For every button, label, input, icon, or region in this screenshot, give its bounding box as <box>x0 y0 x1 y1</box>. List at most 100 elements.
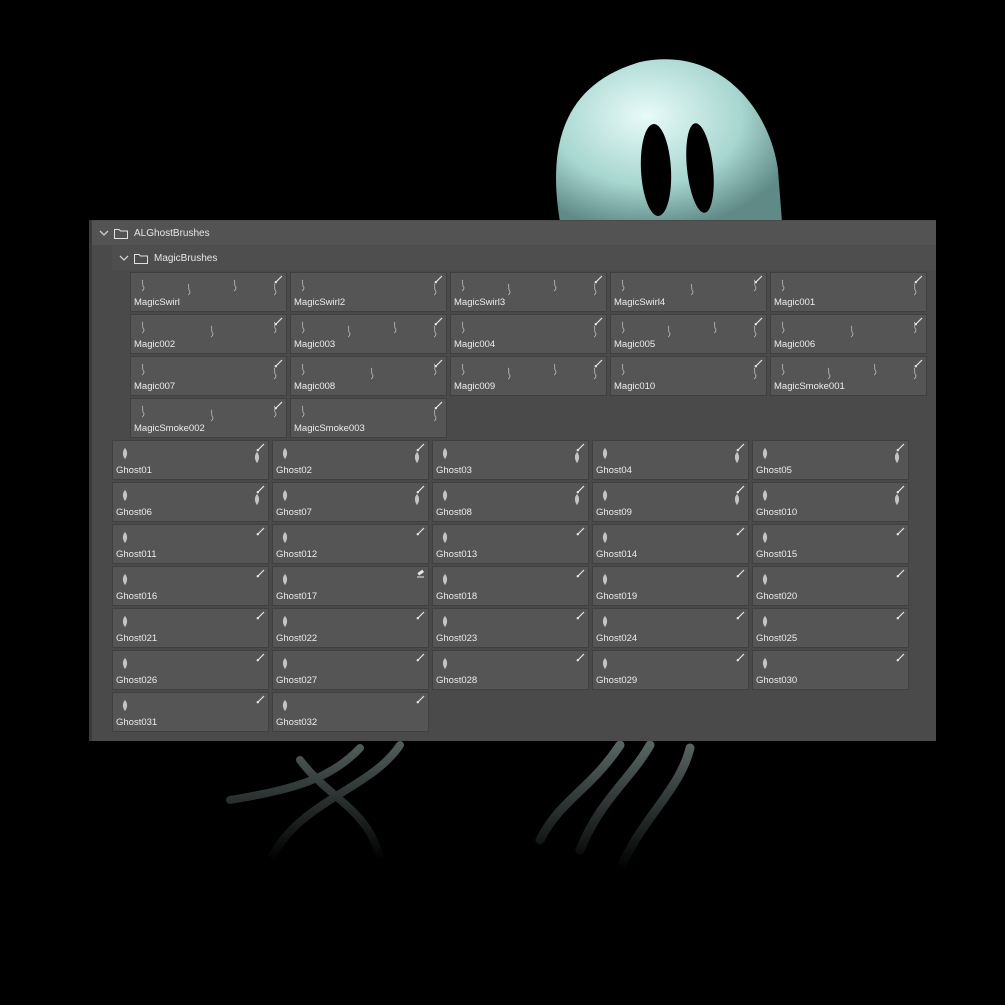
brush-preset-tile[interactable]: Ghost015 <box>752 524 909 564</box>
brush-preset-tile[interactable]: Magic007 <box>130 356 287 396</box>
brush-stroke-preview-icon <box>273 321 277 334</box>
brush-preset-tile[interactable]: Ghost031 <box>112 692 269 732</box>
brush-tool-icon <box>256 695 265 704</box>
brush-stroke-preview-icon <box>461 279 465 292</box>
brush-preset-tile[interactable]: Ghost030 <box>752 650 909 690</box>
brush-tool-icon <box>256 569 265 578</box>
brush-preset-label: MagicSmoke002 <box>134 423 205 434</box>
brush-stroke-preview-icon <box>753 367 757 380</box>
brush-preset-tile[interactable]: Ghost07 <box>272 482 429 522</box>
brush-preset-tile[interactable]: Ghost08 <box>432 482 589 522</box>
brush-preset-tile[interactable]: Magic005 <box>610 314 767 354</box>
brush-preset-tile[interactable]: Ghost04 <box>592 440 749 480</box>
brush-stroke-preview-icon <box>850 325 854 338</box>
brush-preset-label: Ghost018 <box>436 591 478 602</box>
brush-preset-tile[interactable]: MagicSwirl4 <box>610 272 767 312</box>
brush-preset-tile[interactable]: Magic004 <box>450 314 607 354</box>
brush-stroke-preview-icon <box>282 657 288 670</box>
brush-preset-tile[interactable]: Ghost011 <box>112 524 269 564</box>
brush-preset-tile[interactable]: Ghost025 <box>752 608 909 648</box>
brush-preset-label: Ghost028 <box>436 675 478 686</box>
folder-label: MagicBrushes <box>154 252 218 264</box>
brush-preset-tile[interactable]: Ghost02 <box>272 440 429 480</box>
brush-preset-label: Magic010 <box>614 381 656 392</box>
brush-tool-icon <box>256 653 265 662</box>
brush-stroke-preview-icon <box>894 451 900 464</box>
brush-stroke-preview-icon <box>690 283 694 296</box>
brush-preset-tile[interactable]: Ghost018 <box>432 566 589 606</box>
brush-stroke-preview-icon <box>621 363 625 376</box>
brush-stroke-preview-icon <box>233 279 237 292</box>
brush-stroke-preview-icon <box>141 363 145 376</box>
brush-tool-icon <box>576 569 585 578</box>
chevron-down-icon[interactable] <box>118 252 130 264</box>
brush-preset-tile[interactable]: MagicSwirl <box>130 272 287 312</box>
brush-stroke-preview-icon <box>122 573 128 586</box>
brush-tool-icon <box>256 611 265 620</box>
brush-preset-label: Magic009 <box>454 381 496 392</box>
brush-preset-tile[interactable]: Magic003 <box>290 314 447 354</box>
brush-stroke-preview-icon <box>122 699 128 712</box>
brush-preset-label: Ghost015 <box>756 549 798 560</box>
brush-preset-tile[interactable]: Ghost026 <box>112 650 269 690</box>
brush-stroke-preview-icon <box>621 321 625 334</box>
brush-preset-tile[interactable]: Ghost013 <box>432 524 589 564</box>
brush-stroke-preview-icon <box>913 367 917 380</box>
brush-tool-icon <box>256 527 265 536</box>
brush-preset-tile[interactable]: Ghost03 <box>432 440 589 480</box>
brush-preset-tile[interactable]: Ghost032 <box>272 692 429 732</box>
brush-preset-tile[interactable]: MagicSmoke003 <box>290 398 447 438</box>
brush-preset-tile[interactable]: Magic008 <box>290 356 447 396</box>
folder-icon <box>134 253 148 264</box>
brush-preset-tile[interactable]: Ghost020 <box>752 566 909 606</box>
brush-preset-tile[interactable]: Ghost027 <box>272 650 429 690</box>
brush-preset-tile[interactable]: MagicSwirl3 <box>450 272 607 312</box>
brush-preset-label: Magic008 <box>294 381 336 392</box>
brush-preset-tile[interactable]: Magic001 <box>770 272 927 312</box>
brush-stroke-preview-icon <box>370 367 374 380</box>
brush-preset-tile[interactable]: Ghost017 <box>272 566 429 606</box>
brush-preset-tile[interactable]: Ghost09 <box>592 482 749 522</box>
brush-preset-tile[interactable]: Ghost021 <box>112 608 269 648</box>
brush-stroke-preview-icon <box>254 493 260 506</box>
brush-preset-tile[interactable]: Ghost023 <box>432 608 589 648</box>
brush-preset-tile[interactable]: Magic010 <box>610 356 767 396</box>
brush-preset-tile[interactable]: Ghost016 <box>112 566 269 606</box>
folder-row-alghostbrushes[interactable]: ALGhostBrushes <box>92 221 936 245</box>
brush-preset-label: MagicSmoke003 <box>294 423 365 434</box>
brush-stroke-preview-icon <box>433 283 437 296</box>
brush-preset-label: Ghost026 <box>116 675 158 686</box>
brush-preset-label: Magic001 <box>774 297 816 308</box>
brush-preset-tile[interactable]: Ghost014 <box>592 524 749 564</box>
folder-row-magicbrushes[interactable]: MagicBrushes <box>112 246 936 270</box>
brush-preset-tile[interactable]: MagicSmoke001 <box>770 356 927 396</box>
brush-preset-tile[interactable]: MagicSmoke002 <box>130 398 287 438</box>
brush-preset-tile[interactable]: Ghost024 <box>592 608 749 648</box>
brush-preset-tile[interactable]: Magic009 <box>450 356 607 396</box>
brush-tool-icon <box>576 653 585 662</box>
brush-preset-label: Ghost014 <box>596 549 638 560</box>
brush-stroke-preview-icon <box>122 447 128 460</box>
brush-preset-tile[interactable]: Ghost01 <box>112 440 269 480</box>
brush-stroke-preview-icon <box>187 283 191 296</box>
brush-stroke-preview-icon <box>282 489 288 502</box>
brush-stroke-preview-icon <box>602 531 608 544</box>
brush-preset-tile[interactable]: Magic006 <box>770 314 927 354</box>
brush-preset-tile[interactable]: Ghost019 <box>592 566 749 606</box>
brush-preset-label: MagicSwirl <box>134 297 180 308</box>
brush-preset-tile[interactable]: Ghost05 <box>752 440 909 480</box>
brush-preset-tile[interactable]: Ghost012 <box>272 524 429 564</box>
brush-preset-tile[interactable]: Ghost029 <box>592 650 749 690</box>
brush-preset-tile[interactable]: Ghost022 <box>272 608 429 648</box>
brush-stroke-preview-icon <box>762 615 768 628</box>
brush-stroke-preview-icon <box>602 489 608 502</box>
brush-preset-label: Ghost032 <box>276 717 318 728</box>
brush-preset-tile[interactable]: Ghost028 <box>432 650 589 690</box>
brush-preset-tile[interactable]: Ghost06 <box>112 482 269 522</box>
brush-preset-tile[interactable]: MagicSwirl2 <box>290 272 447 312</box>
brush-preset-tile[interactable]: Magic002 <box>130 314 287 354</box>
brush-stroke-preview-icon <box>461 321 465 334</box>
brush-preset-label: Magic002 <box>134 339 176 350</box>
chevron-down-icon[interactable] <box>98 227 110 239</box>
brush-preset-tile[interactable]: Ghost010 <box>752 482 909 522</box>
